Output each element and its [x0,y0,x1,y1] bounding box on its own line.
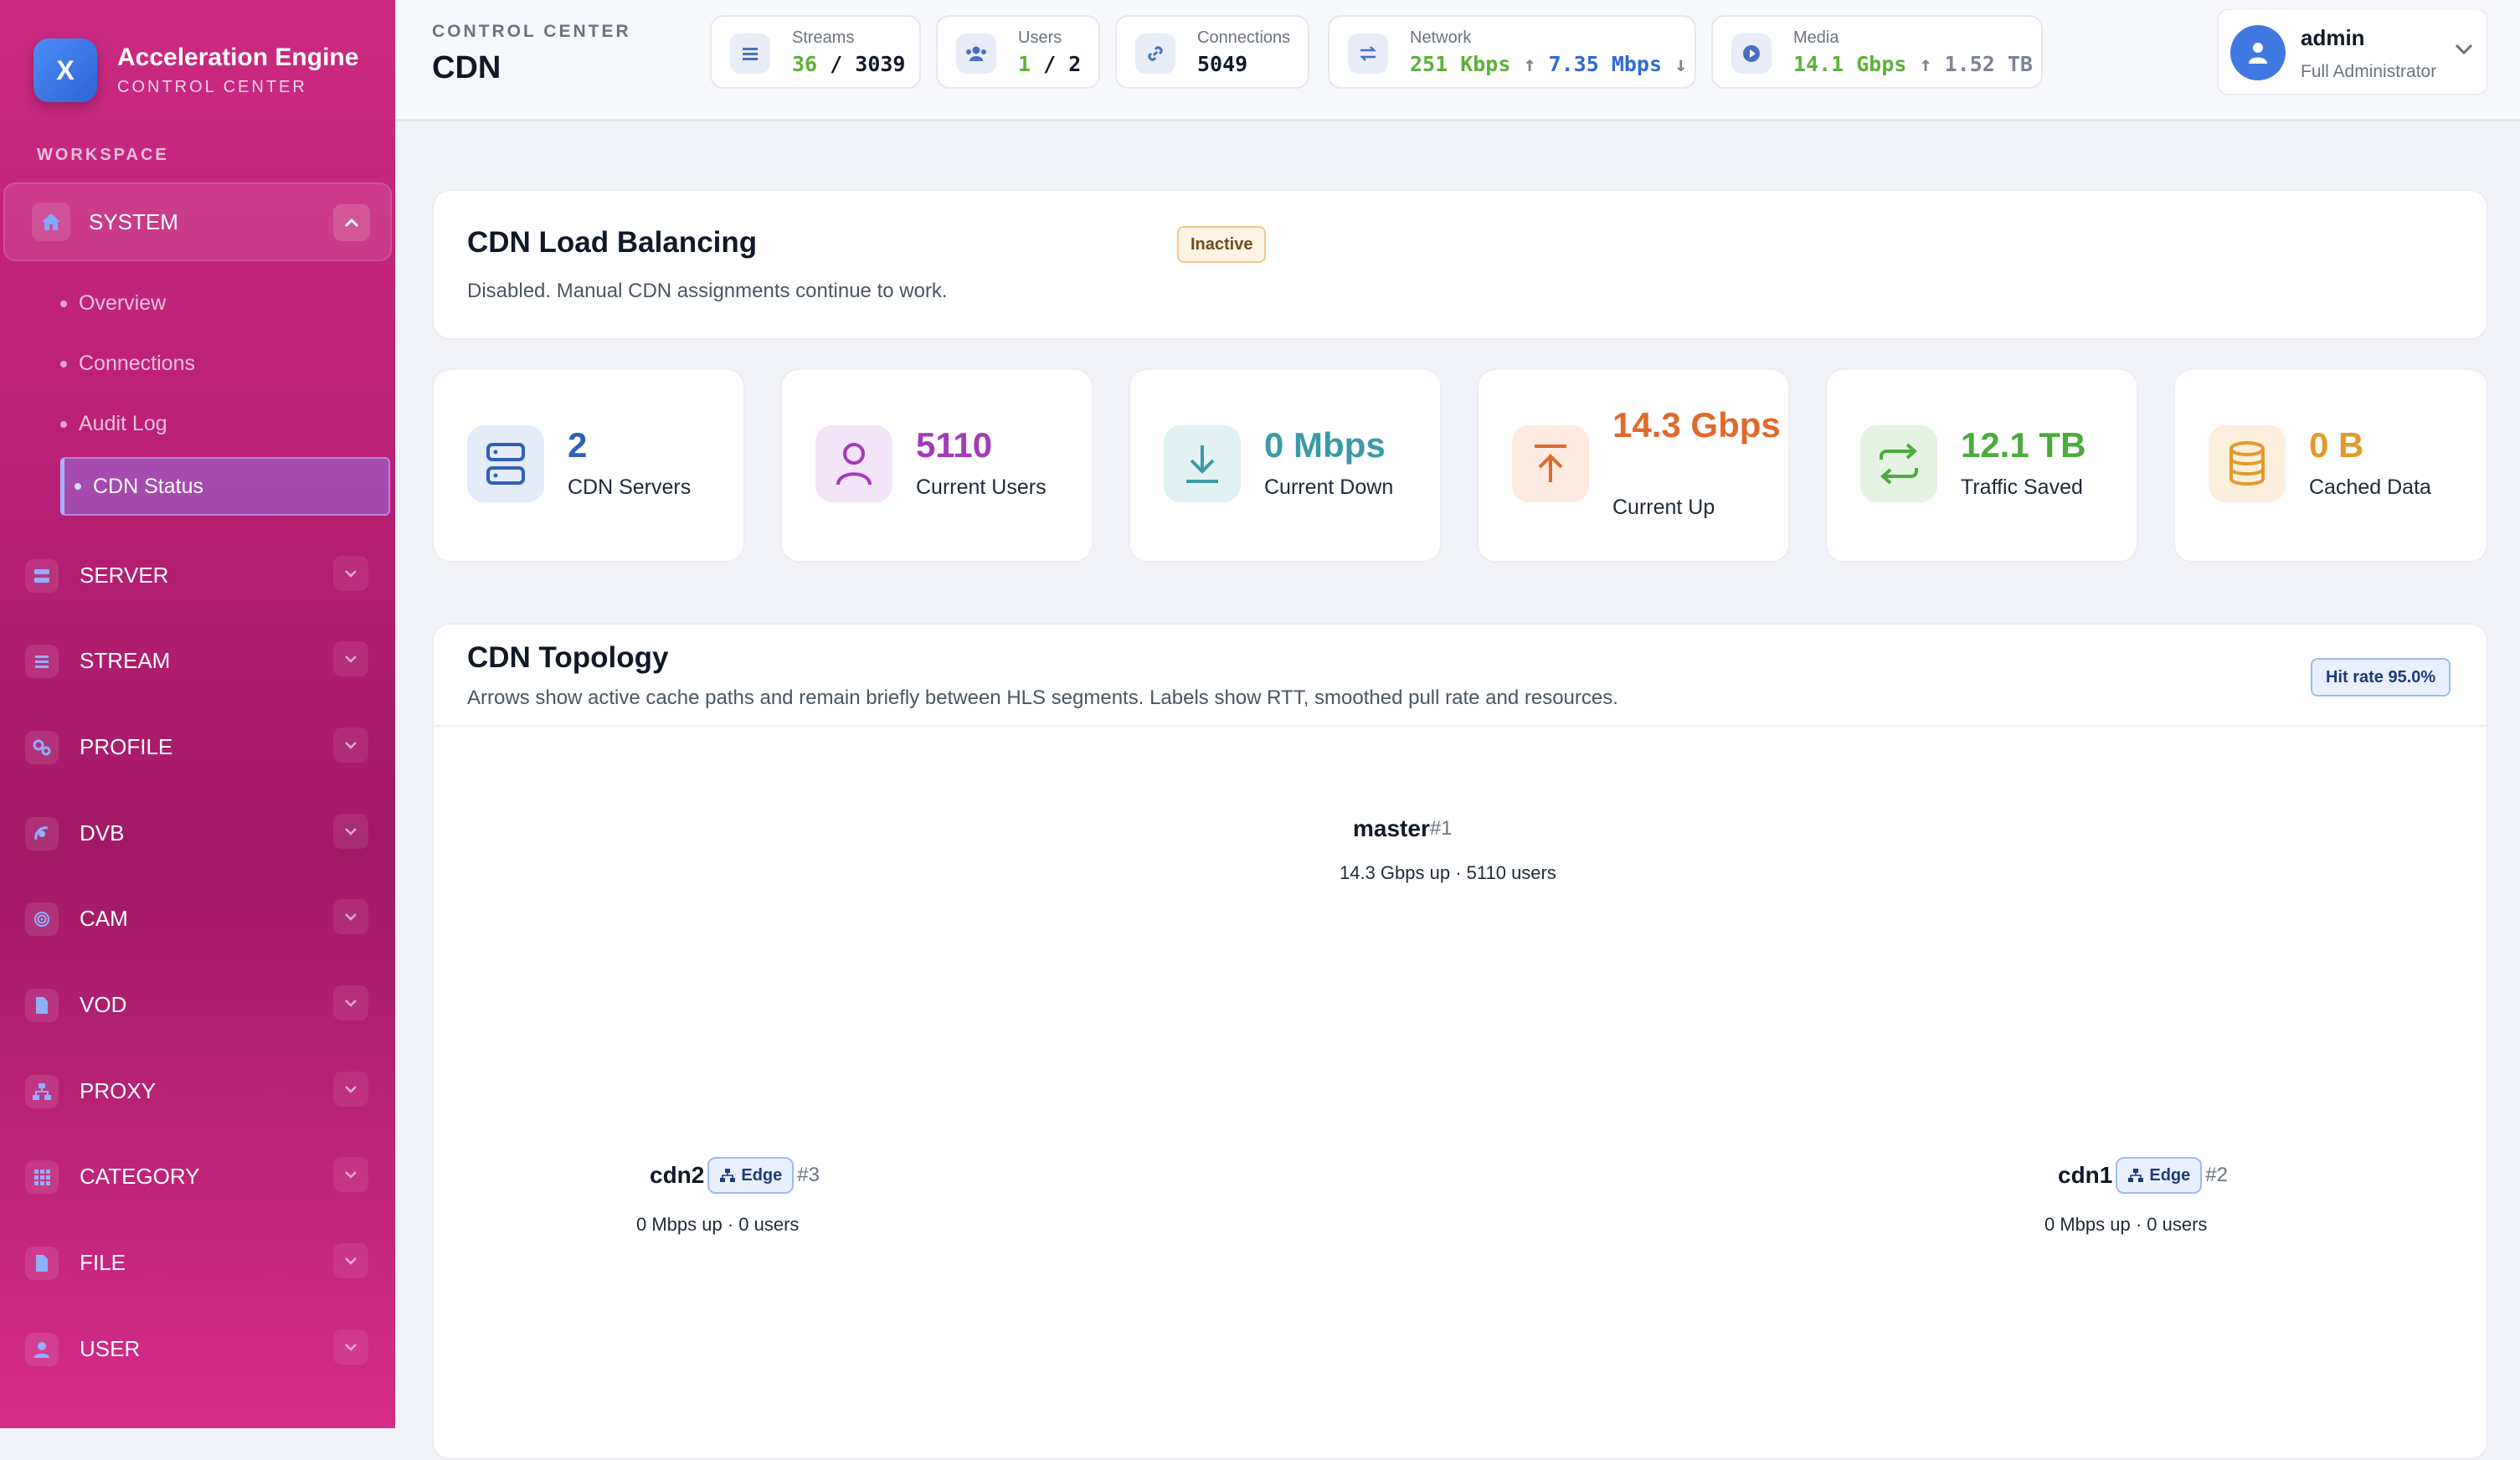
chevron-up-icon[interactable] [333,204,370,241]
home-icon [32,203,70,241]
connections-pill[interactable]: Connections 5049 [1115,15,1309,89]
chevron-down-icon[interactable] [333,556,368,591]
brand-subtitle: CONTROL CENTER [117,78,307,96]
edge-badge: Edge [707,1157,795,1194]
stat-label: Current Users [916,476,1047,499]
streams-pill[interactable]: Streams 36 / 3039 [710,15,921,89]
chevron-down-icon[interactable] [2455,44,2473,59]
load-balancing-description: Disabled. Manual CDN assignments continu… [467,280,948,302]
chevron-down-icon[interactable] [333,985,368,1020]
brand-title: Acceleration Engine [117,44,359,71]
avatar [2230,25,2286,80]
divider [434,725,2487,727]
sidebar-item-profile[interactable]: PROFILE [0,714,395,781]
topology-title: CDN Topology [467,641,669,674]
upload-icon [1512,425,1589,502]
stat-card-cached-data: 0 B Cached Data [2173,368,2488,563]
chevron-down-icon[interactable] [333,641,368,676]
load-balancing-card: CDN Load Balancing Inactive Disabled. Ma… [432,189,2488,340]
sidebar-item-user[interactable]: USER [0,1316,395,1383]
chevron-down-icon[interactable] [333,1072,368,1107]
grid-icon [25,1160,59,1194]
sidebar-item-stream[interactable]: STREAM [0,628,395,695]
stat-value: 0 B [2309,425,2364,465]
sidebar: X Acceleration Engine CONTROL CENTER WOR… [0,0,395,1428]
fingerprint-icon [25,902,59,936]
users-icon [956,33,996,74]
file-icon [25,989,59,1022]
user-menu[interactable]: admin Full Administrator [2217,8,2488,95]
list-icon [730,33,770,74]
sidebar-item-dvb[interactable]: DVB [0,800,395,867]
user-name: admin [2301,25,2365,50]
sidebar-subitem-audit-log[interactable]: Audit Log [60,412,167,436]
stat-label: Current Up [1612,496,1715,519]
stat-card-cdn-servers: 2 CDN Servers [432,368,745,563]
sidebar-subitem-overview[interactable]: Overview [60,291,166,316]
stat-value: 14.3 Gbps [1612,405,1781,445]
sidebar-item-file[interactable]: FILE [0,1230,395,1297]
edge-badge: Edge [2116,1157,2203,1194]
link-icon [1135,33,1175,74]
brand[interactable]: X Acceleration Engine CONTROL CENTER [33,39,358,102]
stat-card-current-up: 14.3 Gbps Current Up [1477,368,1790,563]
stat-value: 12.1 TB [1961,425,2086,465]
user-icon [25,1333,59,1366]
database-icon [2209,425,2286,502]
chevron-down-icon[interactable] [333,1329,368,1365]
section-label: CONTROL CENTER [432,22,631,41]
exchange-icon [1860,425,1937,502]
download-icon [1164,425,1241,502]
file-icon [25,1247,59,1280]
network-icon [25,1075,59,1108]
network-pill[interactable]: Network 251 Kbps ↑ 7.35 Mbps ↓ [1328,15,1696,89]
stat-label: Traffic Saved [1961,476,2083,499]
user-role: Full Administrator [2301,62,2437,81]
chevron-down-icon[interactable] [333,899,368,934]
chevron-down-icon[interactable] [333,1157,368,1192]
play-icon [1731,33,1772,74]
sidebar-subitem-connections[interactable]: Connections [60,352,195,376]
workspace-label: WORKSPACE [37,146,169,164]
network-icon [2128,1169,2144,1182]
chevron-down-icon[interactable] [333,1243,368,1278]
sidebar-subitem-cdn-status[interactable]: CDN Status [60,457,390,516]
stat-card-current-down: 0 Mbps Current Down [1129,368,1442,563]
hit-rate-badge: Hit rate 95.0% [2311,658,2451,697]
stat-card-current-users: 5110 Current Users [780,368,1093,563]
stat-value: 0 Mbps [1264,425,1386,465]
cogs-icon [25,731,59,764]
chevron-down-icon[interactable] [333,727,368,763]
sidebar-item-proxy[interactable]: PROXY [0,1058,395,1125]
sidebar-item-label: SYSTEM [89,209,178,234]
user-icon [815,425,892,502]
cdn-topology-card: CDN Topology Arrows show active cache pa… [432,623,2488,1460]
media-pill[interactable]: Media 14.1 Gbps ↑ 1.52 TB [1711,15,2043,89]
chevron-down-icon[interactable] [333,814,368,849]
load-balancing-title: CDN Load Balancing [467,226,758,259]
stat-label: Cached Data [2309,476,2431,499]
top-bar: CONTROL CENTER CDN Streams 36 / 3039 Use… [395,0,2520,121]
stat-value: 2 [568,425,588,465]
server-icon [467,425,544,502]
brand-logo: X [33,39,97,102]
server-icon [25,559,59,593]
sidebar-item-server[interactable]: SERVER [0,542,395,609]
sidebar-item-cam[interactable]: CAM [0,886,395,953]
sidebar-item-vod[interactable]: VOD [0,972,395,1039]
stat-label: CDN Servers [568,476,692,499]
status-badge: Inactive [1177,226,1267,263]
satellite-icon [25,817,59,851]
stat-label: Current Down [1264,476,1394,499]
network-icon [720,1169,736,1182]
exchange-icon [1348,33,1388,74]
sidebar-item-system[interactable]: SYSTEM [3,182,392,261]
page-title: CDN [432,50,501,85]
list-icon [25,645,59,678]
sidebar-item-category[interactable]: CATEGORY [0,1144,395,1211]
stat-value: 5110 [916,425,993,465]
topology-description: Arrows show active cache paths and remai… [467,686,1618,709]
stat-card-traffic-saved: 12.1 TB Traffic Saved [1825,368,2138,563]
users-pill[interactable]: Users 1 / 2 [936,15,1100,89]
